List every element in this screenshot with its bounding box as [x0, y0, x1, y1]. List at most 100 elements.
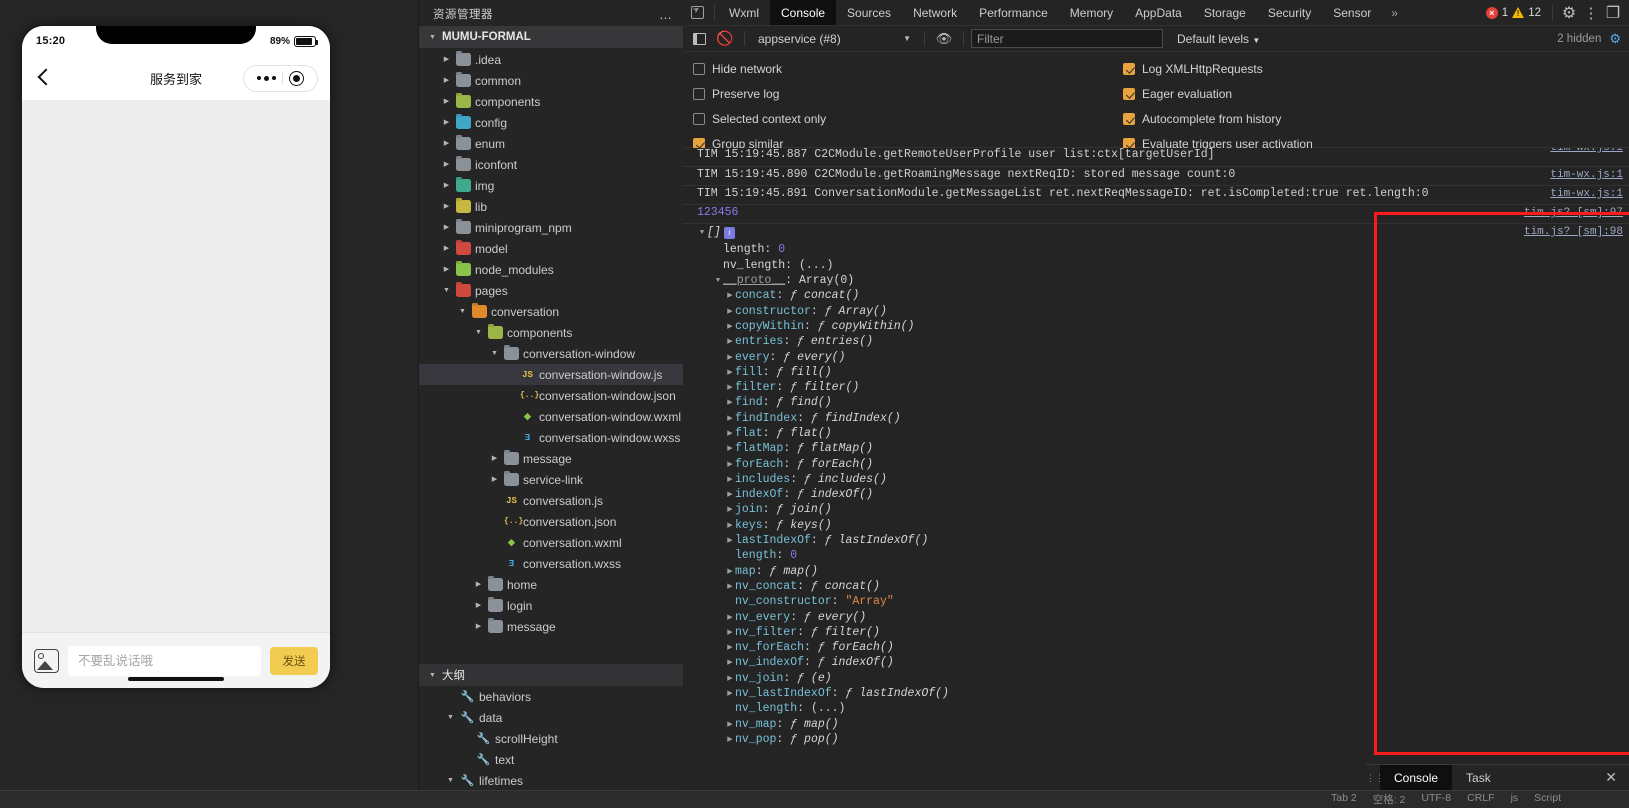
console-setting-row[interactable]: Eager evaluation	[1123, 81, 1313, 106]
console-output[interactable]: TIM 15:19:45.887 C2CModule.getRemoteUser…	[683, 148, 1629, 808]
tree-file-row[interactable]: ◆ conversation.wxml	[419, 532, 683, 553]
tree-file-row[interactable]: JS conversation-window.js	[419, 364, 683, 385]
chevron-right-icon[interactable]: ▶	[725, 383, 735, 392]
console-log-row[interactable]: TIM 15:19:45.887 C2CModule.getRemoteUser…	[683, 148, 1629, 167]
chevron-right-icon[interactable]: ▶	[725, 398, 735, 407]
object-property-row[interactable]: ▶ forEach: ƒ forEach()	[695, 456, 1629, 471]
chevron-right-icon[interactable]: ▶	[725, 613, 735, 622]
drawer-grip[interactable]: ⋮⋮	[1366, 774, 1384, 783]
chevron-right-icon[interactable]: ▶	[725, 353, 735, 362]
object-property-row[interactable]: ▶ nv_concat: ƒ concat()	[695, 579, 1629, 594]
tree-file-row[interactable]: {..} conversation-window.json	[419, 385, 683, 406]
outline-item[interactable]: 🔧 behaviors	[419, 686, 683, 707]
object-property-row[interactable]: ▶ nv_filter: ƒ filter()	[695, 625, 1629, 640]
tab-memory[interactable]: Memory	[1059, 0, 1124, 25]
object-property-row[interactable]: ·nv_length: (...)	[695, 701, 1629, 716]
object-property-row[interactable]: ▶ nv_forEach: ƒ forEach()	[695, 640, 1629, 655]
object-property-row[interactable]: ▶ lastIndexOf: ƒ lastIndexOf()	[695, 533, 1629, 548]
tree-folder-row[interactable]: ▼ conversation-window	[419, 343, 683, 364]
object-property-row[interactable]: ▶ indexOf: ƒ indexOf()	[695, 487, 1629, 502]
console-log-row[interactable]: TIM 15:19:45.890 C2CModule.getRoamingMes…	[683, 167, 1629, 186]
checkbox[interactable]	[693, 87, 705, 100]
tree-folder-row[interactable]: ▶ enum	[419, 133, 683, 154]
inspect-cursor-icon[interactable]	[683, 0, 711, 25]
tab-security[interactable]: Security	[1257, 0, 1322, 25]
object-property-row[interactable]: ▼ __proto__: Array(0)	[695, 273, 1629, 288]
status-bar-item[interactable]: UTF-8	[1413, 792, 1459, 807]
object-property-row[interactable]: ▶ find: ƒ find()	[695, 395, 1629, 410]
object-property-list[interactable]: ·length: 0 ·nv_length: (...) ▼__proto__: A…	[683, 240, 1629, 747]
checkbox[interactable]	[693, 112, 705, 125]
issues-badge[interactable]: × 1 12	[1480, 6, 1547, 19]
outline-item[interactable]: ▼ 🔧 lifetimes	[419, 770, 683, 791]
target-icon[interactable]	[289, 70, 304, 86]
tree-folder-row[interactable]: ▶ .idea	[419, 49, 683, 70]
object-header-row[interactable]: ▼ [] i	[683, 225, 1629, 240]
chevron-down-icon[interactable]: ▼	[713, 277, 723, 285]
tree-folder-row[interactable]: ▶ miniprogram_npm	[419, 217, 683, 238]
log-source-link[interactable]: tim-wx.js:1	[1550, 188, 1623, 200]
status-bar-item[interactable]: 空格: 2	[1365, 792, 1414, 807]
object-property-row[interactable]: ▶ nv_indexOf: ƒ indexOf()	[695, 655, 1629, 670]
chevron-right-icon[interactable]: ▶	[725, 643, 735, 652]
checkbox[interactable]	[1123, 87, 1135, 100]
status-bar-item[interactable]: js	[1503, 792, 1527, 807]
drawer-tab-task[interactable]: Task	[1452, 765, 1505, 790]
chevron-down-icon[interactable]: ▼	[697, 229, 707, 237]
console-filter-input[interactable]	[971, 29, 1163, 48]
object-property-row[interactable]: ▶ nv_lastIndexOf: ƒ lastIndexOf()	[695, 686, 1629, 701]
object-property-row[interactable]: ▶ concat: ƒ concat()	[695, 288, 1629, 303]
chevron-right-icon[interactable]: ▶	[725, 689, 735, 698]
object-property-row[interactable]: ▶ flatMap: ƒ flatMap()	[695, 441, 1629, 456]
chevron-right-icon[interactable]: ▶	[725, 444, 735, 453]
tree-file-row[interactable]: Ǝconversation-window.wxss	[419, 427, 683, 448]
outline-item[interactable]: ▼ 🔧 data	[419, 707, 683, 728]
tab-overflow-icon[interactable]: »	[1382, 0, 1407, 25]
tab-wxml[interactable]: Wxml	[718, 0, 770, 25]
tree-folder-row[interactable]: ▶ message	[419, 616, 683, 637]
info-icon[interactable]: i	[723, 226, 735, 239]
tree-folder-row[interactable]: ▶ service-link	[419, 469, 683, 490]
outline-item[interactable]: 🔧 text	[419, 749, 683, 770]
console-log-row[interactable]: TIM 15:19:45.891 ConversationModule.getM…	[683, 186, 1629, 205]
tab-storage[interactable]: Storage	[1193, 0, 1257, 25]
log-source-link[interactable]: tim.js? [sm]:98	[1524, 226, 1623, 238]
object-property-row[interactable]: ▶ nv_every: ƒ every()	[695, 609, 1629, 624]
checkbox[interactable]	[693, 62, 705, 75]
chevron-right-icon[interactable]: ▶	[725, 368, 735, 377]
console-object-entry[interactable]: ▼ [] i ·length: 0 ·nv_length: (...) ▼__pro…	[683, 224, 1629, 748]
object-property-row[interactable]: ·length: 0	[695, 242, 1629, 257]
object-property-row[interactable]: ▶ every: ƒ every()	[695, 349, 1629, 364]
dock-panel-icon[interactable]: ❐	[1602, 2, 1624, 24]
tab-sources[interactable]: Sources	[836, 0, 902, 25]
tree-folder-row[interactable]: ▼ pages	[419, 280, 683, 301]
chevron-right-icon[interactable]: ▶	[725, 322, 735, 331]
checkbox[interactable]	[1123, 62, 1135, 75]
clear-console-icon[interactable]: 🚫	[713, 28, 737, 50]
checkbox[interactable]	[1123, 112, 1135, 125]
status-bar-item[interactable]: Script	[1526, 792, 1569, 807]
tree-folder-row[interactable]: ▶ config	[419, 112, 683, 133]
object-property-row[interactable]: ▶ nv_map: ƒ map()	[695, 717, 1629, 732]
tab-network[interactable]: Network	[902, 0, 968, 25]
object-property-row[interactable]: ▶ copyWithin: ƒ copyWithin()	[695, 319, 1629, 334]
project-root-row[interactable]: ▼ MUMU-FORMAL	[419, 26, 683, 48]
chevron-left-icon[interactable]	[34, 67, 56, 89]
object-property-row[interactable]: ▶ constructor: ƒ Array()	[695, 303, 1629, 318]
object-property-row[interactable]: ▶ includes: ƒ includes()	[695, 472, 1629, 487]
chevron-right-icon[interactable]: ▶	[725, 582, 735, 591]
chevron-right-icon[interactable]: ▶	[725, 475, 735, 484]
object-property-row[interactable]: ▶ flat: ƒ flat()	[695, 426, 1629, 441]
tree-folder-row[interactable]: ▶ iconfont	[419, 154, 683, 175]
object-property-row[interactable]: ·length: 0	[695, 548, 1629, 563]
tab-appdata[interactable]: AppData	[1124, 0, 1193, 25]
object-property-row[interactable]: ▶ nv_join: ƒ (e)	[695, 671, 1629, 686]
tree-file-row[interactable]: ◆ conversation-window.wxml	[419, 406, 683, 427]
file-tree[interactable]: ▶ .idea ▶ common ▶ components ▶ config ▶ enum ▶ ico…	[419, 48, 683, 664]
explorer-more-icon[interactable]: …	[659, 7, 673, 22]
tab-sensor[interactable]: Sensor	[1322, 0, 1382, 25]
chevron-right-icon[interactable]: ▶	[725, 521, 735, 530]
chevron-right-icon[interactable]: ▶	[725, 307, 735, 316]
tree-file-row[interactable]: {..} conversation.json	[419, 511, 683, 532]
tree-folder-row[interactable]: ▶ message	[419, 448, 683, 469]
